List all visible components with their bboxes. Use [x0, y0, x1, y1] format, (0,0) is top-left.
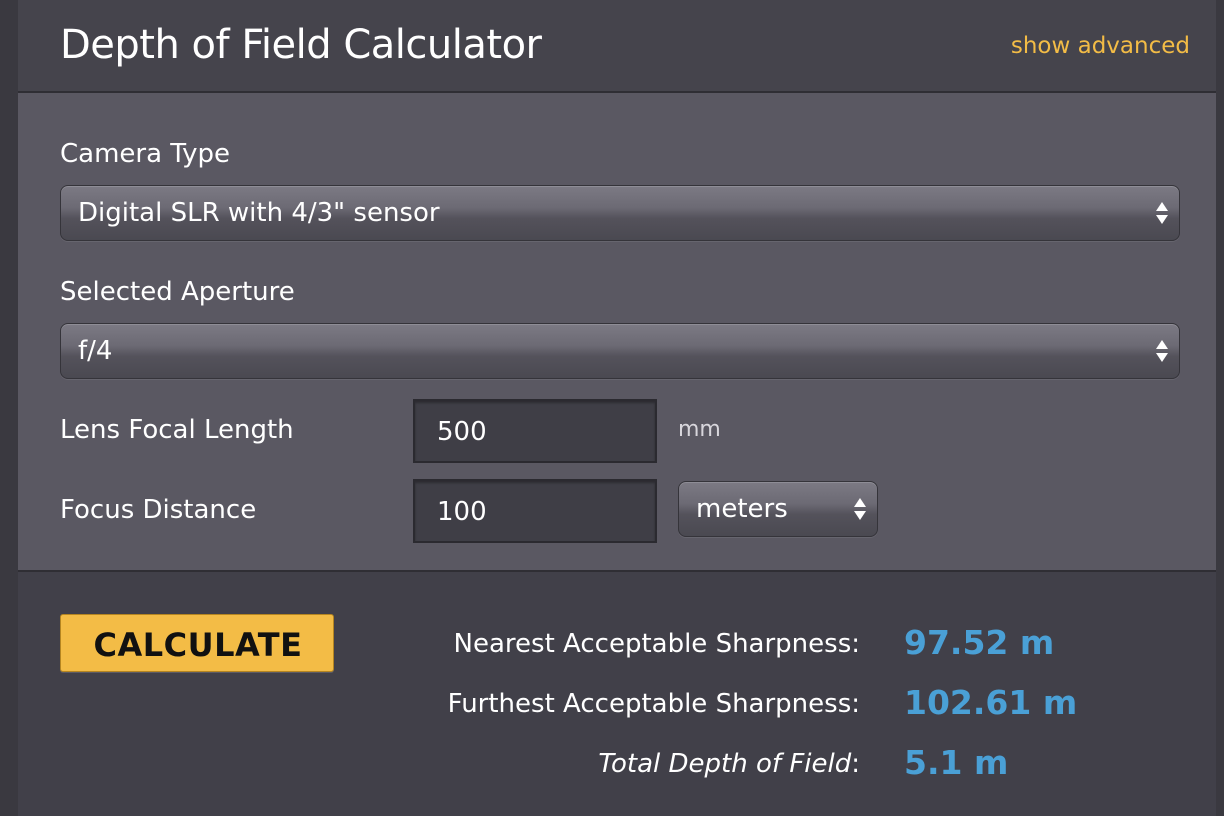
- aperture-label: Selected Aperture: [60, 277, 295, 307]
- select-arrows-icon: [1156, 340, 1168, 362]
- camera-type-select[interactable]: Digital SLR with 4/3" sensor: [60, 185, 1180, 241]
- distance-unit-value: meters: [696, 494, 788, 524]
- focus-distance-label: Focus Distance: [60, 495, 257, 525]
- nearest-sharpness-value: 97.52 m: [904, 623, 1055, 662]
- furthest-sharpness-value: 102.61 m: [904, 683, 1078, 722]
- calculator-header: Depth of Field Calculator show advanced: [18, 0, 1216, 93]
- camera-type-value: Digital SLR with 4/3" sensor: [78, 198, 440, 228]
- focus-distance-value: 100: [437, 497, 487, 527]
- focal-length-value: 500: [437, 417, 487, 447]
- focal-length-unit: mm: [678, 417, 721, 442]
- right-page-edge: [1216, 0, 1224, 816]
- calculate-button-label: CALCULATE: [93, 626, 303, 664]
- focus-distance-input[interactable]: 100: [413, 479, 657, 543]
- left-page-edge: [0, 0, 18, 816]
- select-arrows-icon: [1156, 202, 1168, 224]
- total-dof-value: 5.1 m: [904, 743, 1009, 782]
- furthest-sharpness-label: Furthest Acceptable Sharpness:: [447, 689, 860, 719]
- total-dof-label: Total Depth of Field:: [598, 747, 860, 781]
- select-arrows-icon: [854, 498, 866, 520]
- distance-unit-select[interactable]: meters: [678, 481, 878, 537]
- results-section: CALCULATE Nearest Acceptable Sharpness: …: [18, 572, 1216, 816]
- calculate-button[interactable]: CALCULATE: [60, 614, 334, 672]
- total-dof-label-text: Total Depth of Field: [598, 749, 852, 779]
- aperture-select[interactable]: f/4: [60, 323, 1180, 379]
- calculator-form: Camera Type Digital SLR with 4/3" sensor…: [18, 93, 1216, 572]
- focal-length-input[interactable]: 500: [413, 399, 657, 463]
- total-dof-label-colon: :: [851, 749, 860, 779]
- dof-calculator-panel: Depth of Field Calculator show advanced …: [18, 0, 1216, 816]
- page-title: Depth of Field Calculator: [60, 22, 542, 68]
- aperture-value: f/4: [78, 336, 113, 366]
- nearest-sharpness-label: Nearest Acceptable Sharpness:: [453, 629, 860, 659]
- show-advanced-link[interactable]: show advanced: [1011, 31, 1190, 61]
- focal-length-label: Lens Focal Length: [60, 415, 294, 445]
- camera-type-label: Camera Type: [60, 139, 231, 169]
